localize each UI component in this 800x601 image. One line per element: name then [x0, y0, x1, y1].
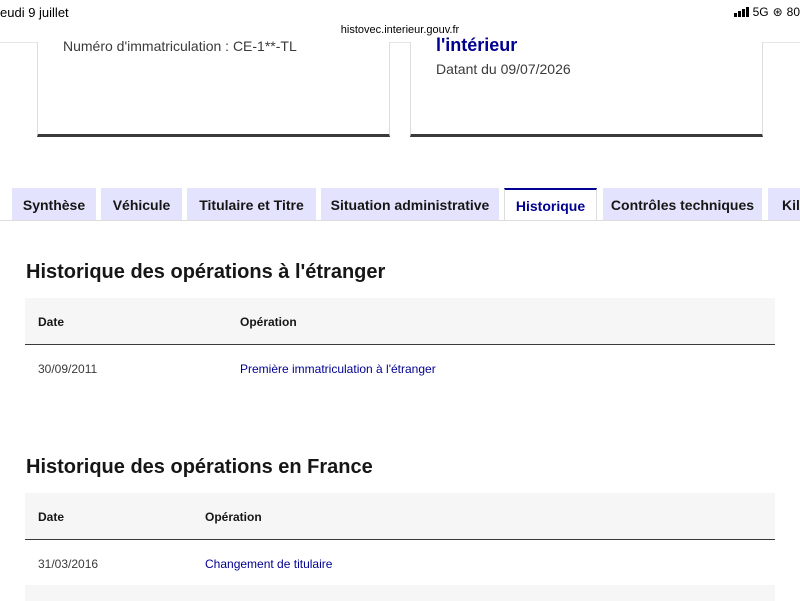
table-row: 30/09/2011 Première immatriculation à l'… — [25, 345, 775, 391]
registration-number: Numéro d'immatriculation : CE-1**-TL — [63, 38, 297, 54]
foreign-history-title: Historique des opérations à l'étranger — [26, 261, 386, 283]
battery-label: 80 — [786, 5, 800, 19]
tab-synthese[interactable]: Synthèse — [12, 188, 96, 221]
network-label: 5G — [752, 5, 769, 19]
tab-controles-techniques[interactable]: Contrôles techniques — [603, 188, 762, 221]
tab-historique[interactable]: Historique — [504, 188, 597, 222]
tab-situation-administrative[interactable]: Situation administrative — [321, 188, 499, 221]
history-panel: Historique des opérations à l'étranger D… — [0, 220, 800, 601]
cellular-signal-icon — [733, 7, 749, 17]
table-row: 31/03/2016 Changement de titulaire — [25, 540, 775, 586]
status-bar: eudi 9 juillet histovec.interieur.gouv.f… — [0, 0, 800, 43]
tab-bar: Synthèse Véhicule Titulaire et Titre Sit… — [0, 188, 800, 222]
status-indicators: 5G ⊛ 80 — [733, 5, 800, 19]
report-date: Datant du 09/07/2026 — [436, 61, 571, 77]
report-card: l'intérieur Datant du 09/07/2026 — [410, 35, 763, 137]
row-operation: Première immatriculation à l'étranger — [240, 362, 436, 376]
column-header-operation: Opération — [205, 510, 262, 524]
table-row-partial — [25, 585, 775, 601]
address-bar[interactable]: histovec.interieur.gouv.fr — [0, 24, 800, 36]
column-header-date: Date — [38, 315, 65, 329]
report-card-title: l'intérieur — [436, 35, 518, 55]
tab-kilometrage[interactable]: Kilo — [768, 188, 800, 221]
row-date: 31/03/2016 — [38, 557, 99, 571]
rotation-lock-icon: ⊛ — [772, 5, 783, 19]
status-date: eudi 9 juillet — [0, 5, 69, 20]
foreign-table-header: Date Opération — [25, 298, 775, 345]
tab-titulaire[interactable]: Titulaire et Titre — [187, 188, 316, 221]
column-header-operation: Opération — [240, 315, 297, 329]
france-history-title: Historique des opérations en France — [26, 456, 373, 478]
tab-vehicule[interactable]: Véhicule — [101, 188, 182, 221]
column-header-date: Date — [38, 510, 65, 524]
row-operation: Changement de titulaire — [205, 557, 333, 571]
vehicle-card: Numéro d'immatriculation : CE-1**-TL — [37, 38, 390, 137]
france-table-header: Date Opération — [25, 493, 775, 540]
row-date: 30/09/2011 — [38, 362, 98, 376]
